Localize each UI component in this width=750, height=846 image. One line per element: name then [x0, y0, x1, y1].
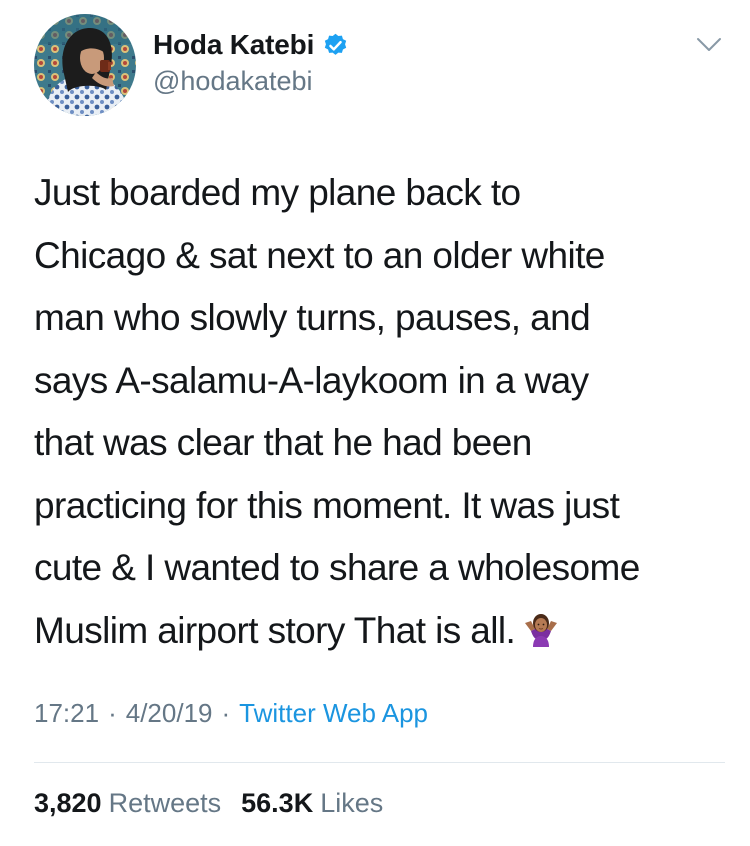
- author-name-row[interactable]: Hoda Katebi: [153, 28, 349, 62]
- retweets-count: 3,820: [34, 788, 102, 818]
- tweet-body: Just boarded my plane back to Chicago & …: [34, 172, 640, 651]
- likes-count: 56.3K: [241, 788, 314, 818]
- tweet-stats: 3,820 Retweets 56.3K Likes: [34, 788, 383, 819]
- divider: [34, 762, 725, 763]
- woman-shrugging-emoji-icon: [521, 606, 561, 647]
- tweet-meta: 17:21 · 4/20/19 · Twitter Web App: [34, 698, 428, 729]
- likes-label: Likes: [320, 788, 384, 818]
- retweets-stat[interactable]: 3,820 Retweets: [34, 788, 221, 819]
- user-handle[interactable]: @hodakatebi: [153, 66, 313, 97]
- tweet-text: Just boarded my plane back to Chicago & …: [34, 162, 724, 662]
- meta-separator: ·: [108, 698, 117, 728]
- verified-badge-icon: [322, 32, 349, 59]
- tweet-date[interactable]: 4/20/19: [126, 698, 213, 729]
- chevron-down-icon[interactable]: [696, 36, 722, 54]
- likes-stat[interactable]: 56.3K Likes: [241, 788, 383, 819]
- avatar[interactable]: [34, 14, 136, 116]
- tweet-card: Hoda Katebi @hodakatebi Just boarded my …: [0, 0, 750, 846]
- tweet-time[interactable]: 17:21: [34, 698, 99, 729]
- retweets-label: Retweets: [108, 788, 222, 818]
- tweet-source-link[interactable]: Twitter Web App: [239, 698, 428, 729]
- meta-separator: ·: [221, 698, 231, 728]
- display-name[interactable]: Hoda Katebi: [153, 29, 314, 61]
